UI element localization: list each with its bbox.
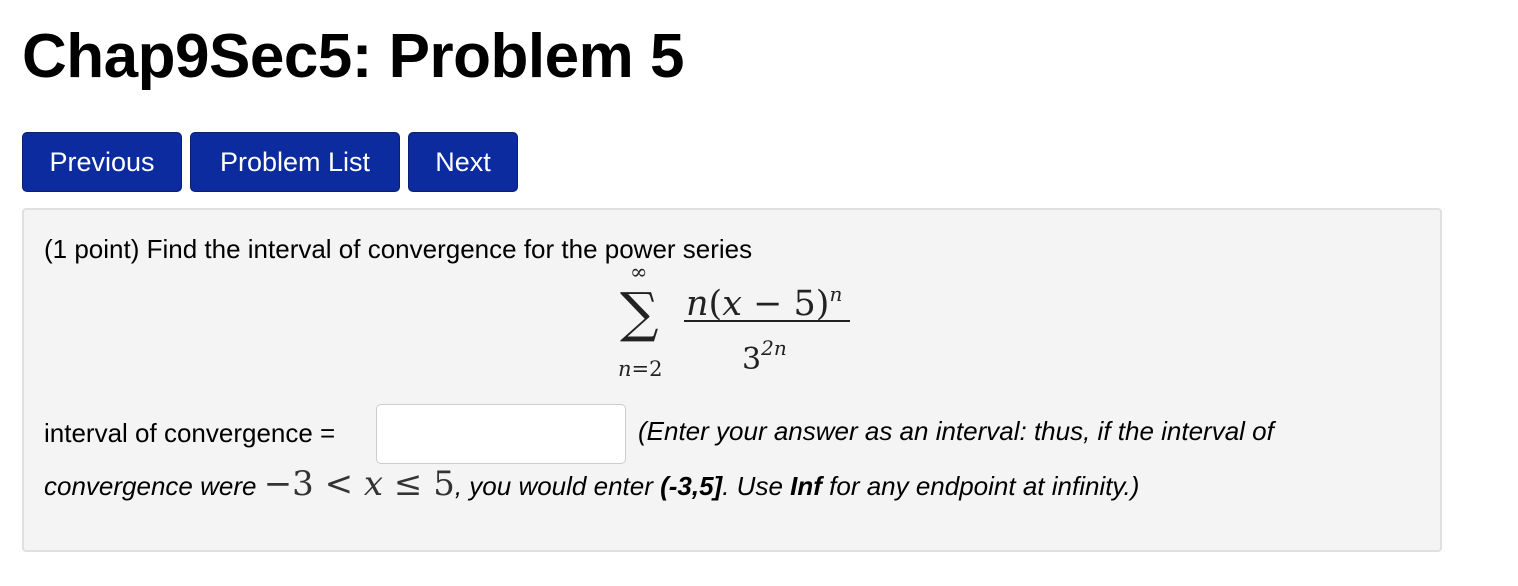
page-title: Chap9Sec5: Problem 5 bbox=[22, 22, 684, 91]
sum-lower-limit: n=2 bbox=[618, 356, 663, 383]
answer-label: interval of convergence = bbox=[44, 418, 336, 448]
hint-text-a: convergence were bbox=[44, 471, 264, 501]
denominator-exponent: 2n bbox=[761, 336, 787, 360]
hint-text-b: , you would enter bbox=[454, 471, 661, 501]
problem-body: (1 point) Find the interval of convergen… bbox=[22, 208, 1442, 552]
answer-hint-line-1: (Enter your answer as an interval: thus,… bbox=[638, 416, 1274, 446]
denominator-base: 3 bbox=[742, 342, 762, 377]
problem-list-button[interactable]: Problem List bbox=[190, 132, 400, 192]
answer-hint-line-2: convergence were −3 < x ≤ 5, you would e… bbox=[44, 466, 1139, 504]
sum-index-var: n bbox=[618, 357, 632, 381]
answer-input[interactable] bbox=[376, 404, 626, 464]
hint-example-math-b: ≤ 5 bbox=[383, 464, 455, 504]
hint-example-math-a: −3 < bbox=[263, 464, 364, 504]
numerator-n: n bbox=[686, 284, 709, 324]
hint-example-var: x bbox=[363, 464, 384, 504]
previous-button[interactable]: Previous bbox=[22, 132, 182, 192]
fraction-bar bbox=[684, 320, 850, 322]
next-button[interactable]: Next bbox=[408, 132, 518, 192]
hint-inf-keyword: Inf bbox=[790, 471, 822, 501]
sum-lower-value: =2 bbox=[631, 357, 663, 381]
hint-text-c: . Use bbox=[722, 471, 791, 501]
hint-text-d: for any endpoint at infinity.) bbox=[821, 471, 1140, 501]
summation-symbol: ∑ bbox=[620, 281, 659, 344]
numerator-open: ( bbox=[708, 284, 723, 324]
fraction-denominator: 32n bbox=[742, 330, 787, 378]
numerator-exponent: n bbox=[829, 282, 843, 306]
numerator-rest: − 5) bbox=[741, 284, 830, 324]
numerator-var: x bbox=[722, 284, 742, 324]
fraction-numerator: n(x − 5)n bbox=[686, 274, 842, 324]
hint-example-answer: (-3,5] bbox=[660, 471, 723, 501]
